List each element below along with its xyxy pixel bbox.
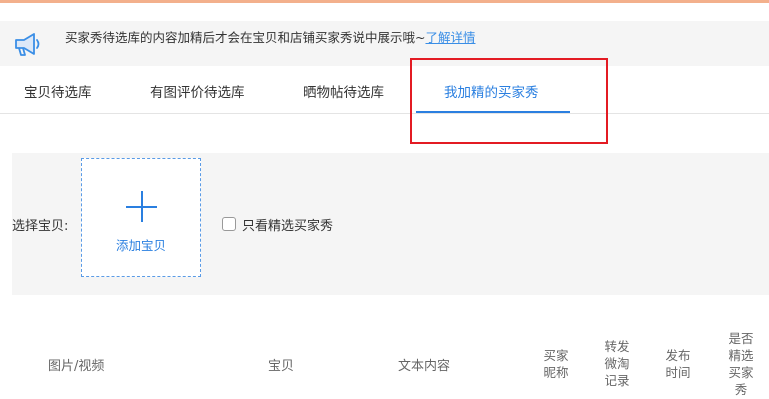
tab-bar: 宝贝待选库 有图评价待选库 晒物帖待选库 我加精的买家秀 bbox=[0, 66, 769, 114]
column-content: 文本内容 bbox=[398, 359, 451, 374]
filter-panel: 选择宝贝: 添加宝贝 只看精选买家秀 bbox=[12, 153, 769, 295]
notice-text: 买家秀待选库的内容加精后才会在宝贝和店铺买家秀说中展示哦~了解详情 bbox=[65, 27, 476, 46]
column-repost-record: 转发微淘记录 bbox=[604, 339, 630, 388]
active-tab-underline bbox=[416, 111, 570, 113]
notice-message: 买家秀待选库的内容加精后才会在宝贝和店铺买家秀说中展示哦~ bbox=[65, 30, 426, 45]
tab-item-pool[interactable]: 宝贝待选库 bbox=[24, 81, 92, 101]
featured-only-label[interactable]: 只看精选买家秀 bbox=[242, 215, 333, 234]
learn-more-link[interactable]: 了解详情 bbox=[425, 30, 475, 45]
add-item-label: 添加宝贝 bbox=[115, 238, 166, 253]
megaphone-icon bbox=[15, 33, 40, 56]
top-accent-bar bbox=[0, 0, 769, 3]
column-media: 图片/视频 bbox=[48, 359, 105, 374]
table-header: 图片/视频 宝贝 文本内容 买家昵称 转发微淘记录 发布时间 是否精选买家秀 bbox=[0, 326, 769, 399]
column-item: 宝贝 bbox=[268, 359, 295, 374]
tab-showcase-post-pool[interactable]: 晒物帖待选库 bbox=[303, 81, 384, 101]
add-item-button[interactable]: 添加宝贝 bbox=[81, 158, 201, 277]
notice-bar: 买家秀待选库的内容加精后才会在宝贝和店铺买家秀说中展示哦~了解详情 bbox=[0, 21, 769, 66]
column-nickname: 买家昵称 bbox=[543, 348, 569, 380]
tab-photo-review-pool[interactable]: 有图评价待选库 bbox=[150, 81, 245, 101]
featured-only-checkbox[interactable] bbox=[222, 217, 236, 231]
select-item-label: 选择宝贝: bbox=[12, 219, 69, 234]
tab-my-featured-shows[interactable]: 我加精的买家秀 bbox=[444, 81, 539, 101]
column-featured: 是否精选买家秀 bbox=[728, 331, 754, 397]
plus-icon-vertical bbox=[141, 191, 143, 222]
column-publish-time: 发布时间 bbox=[665, 348, 691, 380]
